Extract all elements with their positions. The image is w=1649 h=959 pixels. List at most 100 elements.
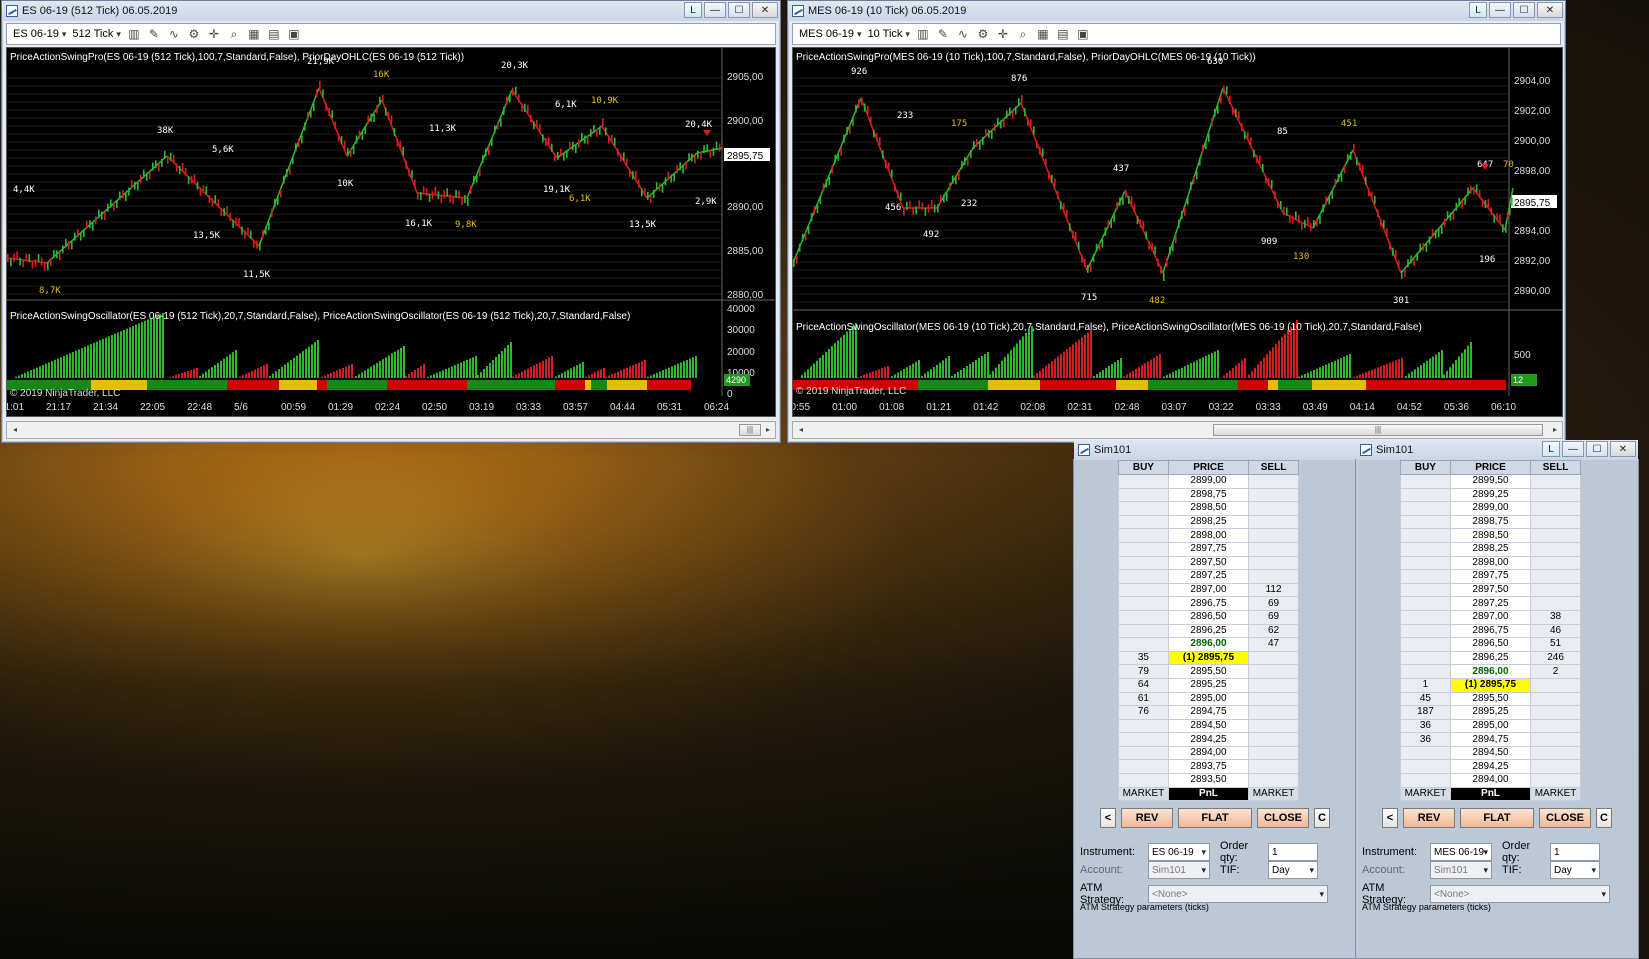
buy-cell[interactable]	[1400, 596, 1451, 611]
market-buy-button[interactable]: MARKET	[1118, 786, 1169, 802]
minimize-button[interactable]: —	[1489, 2, 1511, 18]
sell-cell[interactable]: 62	[1248, 623, 1299, 639]
close-position-button[interactable]: CLOSE	[1257, 808, 1309, 828]
sell-cell[interactable]	[1248, 501, 1299, 516]
maximize-button[interactable]: ☐	[1513, 2, 1535, 18]
close-button[interactable]: ✕	[1537, 2, 1563, 18]
chart-window-titlebar[interactable]: MES 06-19 (10 Tick) 06.05.2019 L — ☐ ✕	[788, 1, 1565, 21]
sell-cell[interactable]	[1248, 745, 1299, 761]
sell-cell[interactable]	[1248, 474, 1299, 489]
buy-cell[interactable]	[1400, 541, 1451, 557]
collapse-button[interactable]: <	[1382, 808, 1398, 828]
layout-button[interactable]: L	[684, 2, 702, 18]
order-qty-input[interactable]: 1	[1550, 843, 1600, 861]
minimize-button[interactable]: —	[1562, 441, 1584, 457]
buy-cell[interactable]	[1118, 528, 1169, 543]
chart-trader-icon[interactable]: ▦	[247, 27, 261, 41]
data-box-icon[interactable]: ▤	[267, 27, 281, 41]
scroll-left-icon[interactable]: ◂	[795, 424, 807, 436]
pnl-display[interactable]: PnL	[1449, 786, 1532, 802]
sell-cell[interactable]	[1248, 487, 1299, 503]
buy-cell[interactable]	[1400, 637, 1451, 652]
properties-icon[interactable]: ▣	[1076, 27, 1090, 41]
collapse-button[interactable]: <	[1100, 808, 1116, 828]
buy-cell[interactable]	[1400, 487, 1451, 503]
sell-cell[interactable]	[1248, 664, 1299, 679]
chart-panel[interactable]: 2904,00 2902,00 2900,00 2898,00 2895,75 2894,…	[792, 47, 1563, 417]
crosshair-icon[interactable]: ✛	[996, 27, 1010, 41]
buy-cell[interactable]: 45	[1400, 691, 1451, 707]
reverse-button[interactable]: REV	[1403, 808, 1455, 828]
market-sell-button[interactable]: MARKET	[1248, 786, 1299, 802]
properties-icon[interactable]: ▣	[287, 27, 301, 41]
sell-cell[interactable]	[1530, 745, 1581, 761]
buy-cell[interactable]	[1400, 528, 1451, 543]
buy-cell[interactable]	[1118, 759, 1169, 775]
data-box-icon[interactable]: ▤	[1056, 27, 1070, 41]
pnl-display[interactable]: PnL	[1167, 786, 1250, 802]
close-button[interactable]: ✕	[1610, 441, 1636, 457]
indicator-icon[interactable]: ∿	[167, 27, 181, 41]
instrument-dropdown[interactable]: ES 06-19	[1148, 843, 1210, 861]
sell-cell[interactable]: 69	[1248, 609, 1299, 625]
sell-cell[interactable]	[1248, 705, 1299, 720]
sell-cell[interactable]	[1530, 773, 1581, 788]
sell-cell[interactable]	[1248, 650, 1299, 666]
account-dropdown[interactable]: Sim101	[1430, 861, 1492, 879]
flatten-button[interactable]: FLAT	[1178, 808, 1252, 828]
sell-cell[interactable]: 46	[1530, 623, 1581, 639]
buy-cell[interactable]	[1118, 501, 1169, 516]
scroll-thumb[interactable]: |||	[1213, 424, 1543, 436]
bar-type-icon[interactable]: ▥	[916, 27, 930, 41]
buy-cell[interactable]	[1118, 487, 1169, 503]
buy-cell[interactable]	[1400, 745, 1451, 761]
sell-cell[interactable]	[1530, 677, 1581, 693]
buy-cell[interactable]: 1	[1400, 677, 1451, 693]
drawing-tool-icon[interactable]: ✎	[936, 27, 950, 41]
tif-dropdown[interactable]: Day	[1550, 861, 1600, 879]
instrument-selector[interactable]: MES 06-19	[799, 28, 862, 40]
sell-cell[interactable]	[1248, 555, 1299, 571]
maximize-button[interactable]: ☐	[728, 2, 750, 18]
maximize-button[interactable]: ☐	[1586, 441, 1608, 457]
sell-cell[interactable]	[1248, 677, 1299, 693]
strategy-icon[interactable]: ⚙	[187, 27, 201, 41]
cancel-orders-button[interactable]: C	[1314, 808, 1330, 828]
reverse-button[interactable]: REV	[1121, 808, 1173, 828]
order-qty-input[interactable]: 1	[1268, 843, 1318, 861]
buy-cell[interactable]	[1118, 596, 1169, 611]
scroll-right-icon[interactable]: ▸	[1549, 424, 1561, 436]
buy-cell[interactable]	[1118, 569, 1169, 584]
strategy-icon[interactable]: ⚙	[976, 27, 990, 41]
sell-cell[interactable]	[1530, 759, 1581, 775]
interval-selector[interactable]: 10 Tick	[868, 28, 910, 40]
sell-cell[interactable]	[1530, 555, 1581, 571]
sell-cell[interactable]	[1530, 582, 1581, 598]
close-position-button[interactable]: CLOSE	[1539, 808, 1591, 828]
zoom-icon[interactable]: ⌕	[1016, 27, 1030, 41]
sell-cell[interactable]: 69	[1248, 596, 1299, 611]
chart-window-titlebar[interactable]: ES 06-19 (512 Tick) 06.05.2019 L — ☐ ✕	[2, 1, 780, 21]
bar-type-icon[interactable]: ▥	[127, 27, 141, 41]
buy-cell[interactable]	[1400, 759, 1451, 775]
sell-cell[interactable]: 47	[1248, 637, 1299, 652]
sell-cell[interactable]	[1530, 528, 1581, 543]
layout-button[interactable]: L	[1469, 2, 1487, 18]
sell-cell[interactable]: 51	[1530, 637, 1581, 652]
buy-cell[interactable]: 64	[1118, 677, 1169, 693]
sell-cell[interactable]: 38	[1530, 609, 1581, 625]
cancel-orders-button[interactable]: C	[1596, 808, 1612, 828]
sell-cell[interactable]	[1248, 773, 1299, 788]
buy-cell[interactable]	[1400, 501, 1451, 516]
scroll-thumb[interactable]: |||	[739, 424, 761, 436]
buy-cell[interactable]	[1118, 773, 1169, 788]
buy-cell[interactable]	[1118, 541, 1169, 557]
minimize-button[interactable]: —	[704, 2, 726, 18]
buy-cell[interactable]: 61	[1118, 691, 1169, 707]
buy-cell[interactable]	[1400, 609, 1451, 625]
buy-cell[interactable]: 35	[1118, 650, 1169, 666]
sell-cell[interactable]	[1530, 705, 1581, 720]
indicator-icon[interactable]: ∿	[956, 27, 970, 41]
buy-cell[interactable]: 76	[1118, 705, 1169, 720]
buy-cell[interactable]	[1400, 623, 1451, 639]
